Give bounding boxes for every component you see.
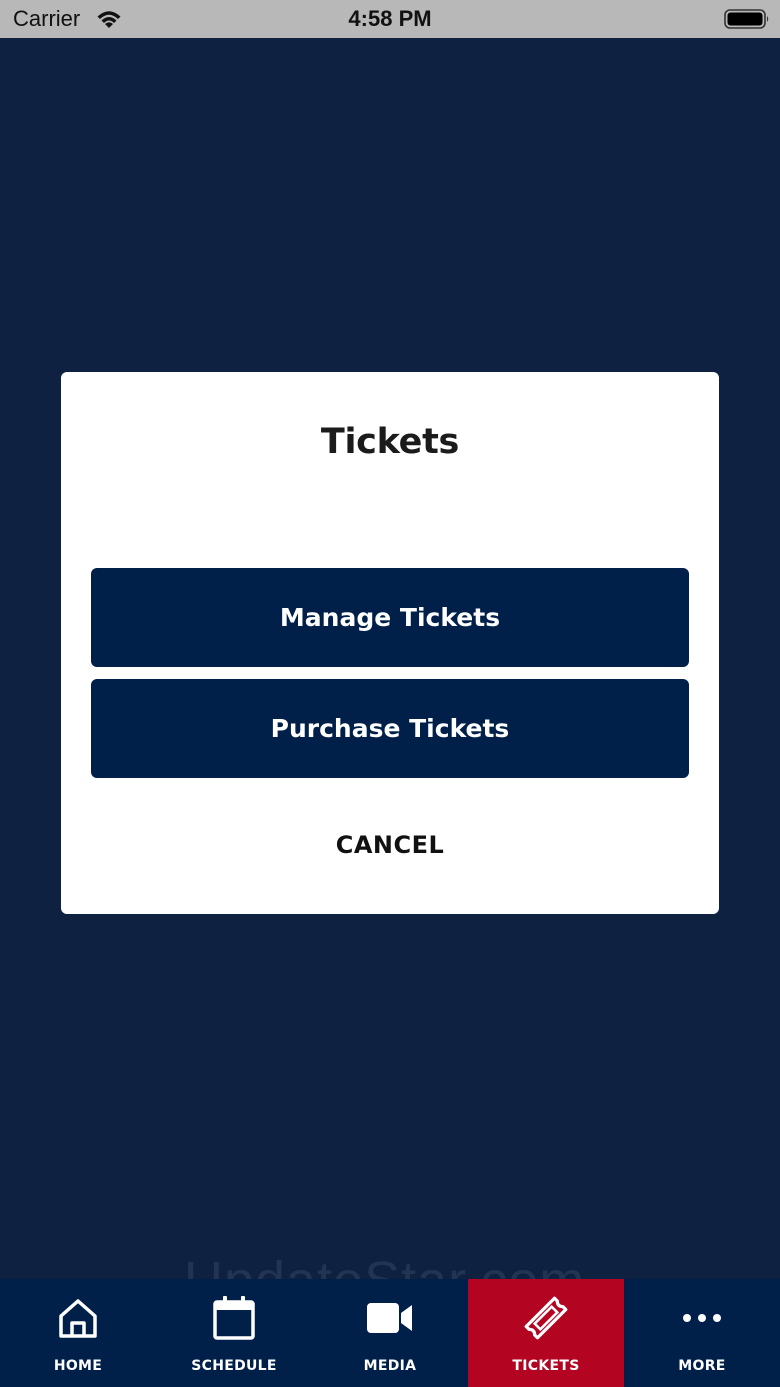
ticket-icon [524,1296,568,1340]
status-bar: Carrier 4:58 PM [0,0,780,38]
cancel-button[interactable]: CANCEL [336,831,445,859]
tab-schedule-label: SCHEDULE [191,1358,277,1374]
tab-tickets-label: TICKETS [512,1358,580,1374]
tab-tickets[interactable]: TICKETS [468,1279,624,1387]
home-icon [59,1299,97,1338]
dialog-title: Tickets [320,422,460,462]
tab-more-label: MORE [678,1358,726,1374]
tab-media[interactable]: MEDIA [312,1279,468,1387]
purchase-tickets-button[interactable]: Purchase Tickets [91,679,689,778]
wifi-icon [97,11,121,28]
tab-more[interactable]: MORE [624,1279,780,1387]
status-time: 4:58 PM [348,6,432,31]
tab-bar: HOME SCHEDULE MEDIA TICKETS MORE [0,1279,780,1387]
battery-icon [724,9,769,29]
more-dots-icon [683,1314,721,1322]
carrier-name: Carrier [13,6,81,31]
calendar-icon [213,1296,255,1340]
tab-media-label: MEDIA [363,1358,417,1374]
tab-home-label: HOME [53,1358,103,1374]
manage-tickets-button[interactable]: Manage Tickets [91,568,689,667]
video-camera-icon [367,1303,412,1333]
tab-home[interactable]: HOME [0,1279,156,1387]
tab-schedule[interactable]: SCHEDULE [156,1279,312,1387]
